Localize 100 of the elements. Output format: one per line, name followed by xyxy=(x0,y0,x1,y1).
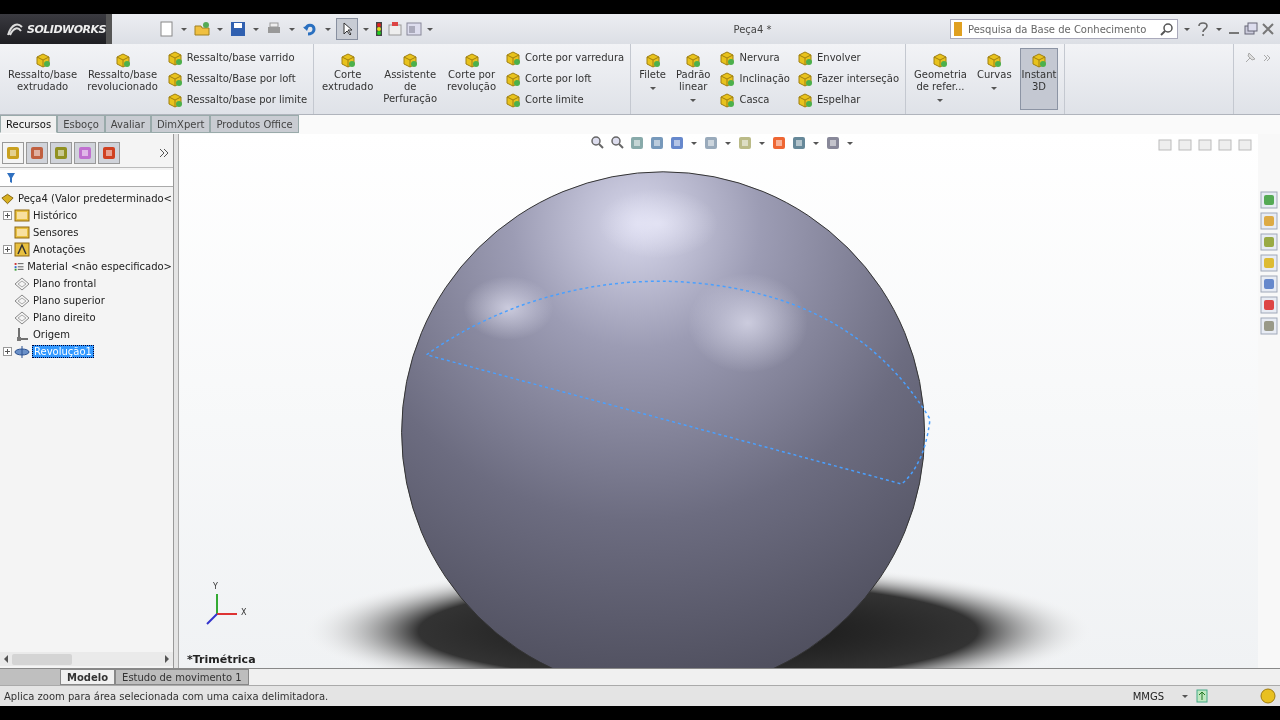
ribbon-button[interactable]: Ressalto/base varrido xyxy=(165,48,308,67)
filter-field[interactable] xyxy=(0,170,173,187)
window-icon[interactable] xyxy=(406,21,422,37)
caret-icon[interactable] xyxy=(325,27,331,31)
ribbon-button[interactable]: Corte por varredura xyxy=(504,48,625,67)
caret-icon[interactable] xyxy=(847,141,853,145)
appearance-icon[interactable] xyxy=(101,145,117,161)
tree-icon[interactable] xyxy=(5,145,21,161)
ribbon-button[interactable]: Filete xyxy=(637,48,668,110)
property-icon[interactable] xyxy=(29,145,45,161)
view-palette-icon[interactable] xyxy=(1260,275,1278,293)
tree-item[interactable]: Peça4 (Valor predeterminado< xyxy=(17,193,173,204)
chevron-icon[interactable] xyxy=(159,147,169,159)
ribbon-button[interactable]: Ressalto/base por limite xyxy=(165,90,308,109)
search-icon[interactable] xyxy=(1160,22,1174,36)
open-folder-icon[interactable] xyxy=(194,21,210,37)
tree-item[interactable]: Sensores xyxy=(32,227,80,238)
zoom-area-icon[interactable] xyxy=(609,135,625,151)
ribbon-button[interactable]: Padrão linear xyxy=(674,48,713,110)
ribbon-button[interactable]: Corte por revolução xyxy=(445,48,499,110)
filter-icon[interactable] xyxy=(6,172,16,184)
model-tab[interactable]: Estudo de movimento 1 xyxy=(115,669,249,685)
ribbon-button[interactable]: Envolver xyxy=(796,48,900,67)
caret-icon[interactable] xyxy=(1182,694,1188,698)
caret-icon[interactable] xyxy=(427,27,433,31)
ribbon-button[interactable]: Inclinação xyxy=(718,69,790,88)
command-tab[interactable]: Avaliar xyxy=(104,115,151,133)
command-tab[interactable]: DimXpert xyxy=(150,115,211,133)
rebuild-icon[interactable] xyxy=(1196,689,1208,703)
tree-item[interactable]: Plano direito xyxy=(32,312,97,323)
notification-icon[interactable] xyxy=(1260,688,1276,704)
expand-icon[interactable] xyxy=(3,245,12,254)
tree-item[interactable]: Anotações xyxy=(32,244,87,255)
undo-icon[interactable] xyxy=(302,21,318,37)
hide-show-icon[interactable] xyxy=(737,135,753,151)
tree-item[interactable]: Material <não especificado> xyxy=(26,261,173,272)
command-tab[interactable]: Produtos Office xyxy=(210,115,299,133)
ribbon-button[interactable]: Espelhar xyxy=(796,90,900,109)
view-orientation-icon[interactable] xyxy=(669,135,685,151)
ribbon-button[interactable]: Fazer interseção xyxy=(796,69,900,88)
horizontal-scrollbar[interactable] xyxy=(0,652,173,666)
view-settings-icon[interactable] xyxy=(825,135,841,151)
ribbon-button[interactable]: Instant 3D xyxy=(1019,48,1059,110)
tree-item[interactable]: Origem xyxy=(32,329,71,340)
ribbon-button[interactable]: Ressalto/base extrudado xyxy=(6,48,80,110)
zoom-icon[interactable] xyxy=(589,135,605,151)
appearance-icon[interactable] xyxy=(1260,296,1278,314)
expand-icon[interactable] xyxy=(3,211,12,220)
explorer-icon[interactable] xyxy=(1260,233,1278,251)
ribbon-button[interactable]: Geometria de refer... xyxy=(912,48,969,110)
caret-icon[interactable] xyxy=(363,27,369,31)
close-icon[interactable] xyxy=(1262,22,1274,36)
scene-icon[interactable] xyxy=(791,135,807,151)
model-tab[interactable]: Modelo xyxy=(60,669,116,685)
caret-icon[interactable] xyxy=(289,27,295,31)
section-view-icon[interactable] xyxy=(649,135,665,151)
appearance-icon[interactable] xyxy=(771,135,787,151)
tile-horizontal-icon[interactable] xyxy=(1158,138,1172,152)
caret-icon[interactable] xyxy=(1184,27,1190,31)
traffic-light-icon[interactable] xyxy=(374,21,384,37)
scroll-right-icon[interactable] xyxy=(165,655,169,663)
expand-icon[interactable] xyxy=(3,347,12,356)
resources-icon[interactable] xyxy=(1260,191,1278,209)
ribbon-button[interactable]: Nervura xyxy=(718,48,790,67)
search-field[interactable]: Pesquisa da Base de Conhecimento xyxy=(950,19,1178,39)
caret-icon[interactable] xyxy=(725,141,731,145)
ribbon-button[interactable]: Assistente de Perfuração xyxy=(381,48,440,110)
ribbon-button[interactable]: Corte limite xyxy=(504,90,625,109)
caret-icon[interactable] xyxy=(691,141,697,145)
unit-system[interactable]: MMGS xyxy=(1132,690,1164,702)
command-tab[interactable]: Recursos xyxy=(0,115,58,133)
caret-icon[interactable] xyxy=(181,27,187,31)
ribbon-button[interactable]: Casca xyxy=(718,90,790,109)
tile-vertical-icon[interactable] xyxy=(1178,138,1192,152)
options-icon[interactable] xyxy=(387,21,403,37)
help-icon[interactable] xyxy=(1196,21,1210,37)
caret-icon[interactable] xyxy=(759,141,765,145)
previous-view-icon[interactable] xyxy=(629,135,645,151)
caret-icon[interactable] xyxy=(813,141,819,145)
crosshair-icon[interactable] xyxy=(77,145,93,161)
ribbon-button[interactable]: Curvas xyxy=(974,48,1014,110)
properties-icon[interactable] xyxy=(1260,317,1278,335)
caret-icon[interactable] xyxy=(1216,27,1222,31)
scroll-left-icon[interactable] xyxy=(4,655,8,663)
save-icon[interactable] xyxy=(230,21,246,37)
tree-item[interactable]: Histórico xyxy=(32,210,79,221)
caret-icon[interactable] xyxy=(253,27,259,31)
new-document-icon[interactable] xyxy=(158,21,174,37)
tree-item[interactable]: Plano superior xyxy=(32,295,106,306)
tree-item[interactable]: Plano frontal xyxy=(32,278,98,289)
ribbon-button[interactable]: Ressalto/Base por loft xyxy=(165,69,308,88)
ribbon-button[interactable]: Corte por loft xyxy=(504,69,625,88)
config-icon[interactable] xyxy=(53,145,69,161)
display-style-icon[interactable] xyxy=(703,135,719,151)
ribbon-button[interactable]: Ressalto/base revolucionado xyxy=(85,48,160,110)
ribbon-button[interactable]: Corte extrudado xyxy=(320,48,376,110)
caret-icon[interactable] xyxy=(217,27,223,31)
restore-icon[interactable] xyxy=(1244,22,1258,36)
command-tab[interactable]: Esboço xyxy=(57,115,105,133)
scroll-thumb[interactable] xyxy=(12,653,72,665)
